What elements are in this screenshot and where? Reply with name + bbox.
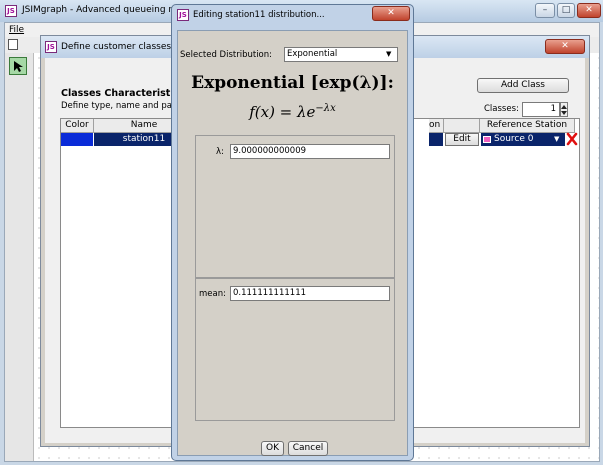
distribution-dialog-title: Editing station11 distribution... <box>193 10 325 20</box>
reference-station-select[interactable]: Source 0 ▼ <box>481 133 565 146</box>
close-icon[interactable]: ✕ <box>577 3 601 18</box>
classes-count-input[interactable]: 1 <box>522 102 560 117</box>
formula-base: f(x) = λe <box>249 103 316 121</box>
new-file-icon[interactable] <box>8 39 18 50</box>
classes-heading: Classes Characteristics <box>61 88 185 99</box>
distribution-chevron-down-icon: ▼ <box>386 50 392 58</box>
ok-button[interactable]: OK <box>261 441 284 456</box>
distribution-dialog-close-icon[interactable]: ✕ <box>372 6 410 21</box>
formula-exponent: −λx <box>315 103 336 114</box>
classes-dialog-logo-icon: JS <box>45 41 57 53</box>
class-color-cell[interactable] <box>61 133 93 146</box>
distribution-dialog-titlebar: JS Editing station11 distribution... ✕ <box>172 5 413 27</box>
minimize-icon[interactable]: – <box>535 3 555 18</box>
add-class-button[interactable]: Add Class <box>477 78 569 93</box>
class-population-cell[interactable] <box>429 133 443 146</box>
classes-count-spinner[interactable] <box>560 102 568 117</box>
remove-x-icon <box>566 132 578 146</box>
lambda-parameter-panel: λ: 9.000000000009 <box>195 135 395 278</box>
tool-palette <box>5 53 34 461</box>
cursor-arrow-icon <box>14 61 23 72</box>
classes-count-label: Classes: <box>484 104 519 114</box>
reference-station-value: Source 0 <box>494 134 534 144</box>
distribution-dialog-logo-icon: JS <box>177 9 189 21</box>
maximize-icon[interactable]: □ <box>557 3 575 18</box>
edit-distribution-button[interactable]: Edit <box>445 133 479 146</box>
mean-label: mean: <box>199 289 226 299</box>
column-header-color[interactable]: Color <box>61 119 94 133</box>
remove-class-button[interactable] <box>566 132 578 146</box>
classes-dialog-title: Define customer classes <box>61 42 172 52</box>
column-header-reference-station[interactable]: Reference Station <box>480 119 575 133</box>
distribution-select-value: Exponential <box>287 49 338 59</box>
select-tool-button[interactable] <box>9 57 27 75</box>
menu-file[interactable]: File <box>9 25 24 35</box>
distribution-panel: Selected Distribution: Exponential ▼ Exp… <box>177 30 408 456</box>
selected-distribution-label: Selected Distribution: <box>180 50 273 60</box>
lambda-label: λ: <box>216 147 224 157</box>
distribution-dialog: JS Editing station11 distribution... ✕ S… <box>171 4 414 461</box>
main-window-title: JSIMgraph - Advanced queueing n <box>22 5 175 15</box>
app-logo-icon: JS <box>5 5 17 17</box>
cancel-button[interactable]: Cancel <box>288 441 328 456</box>
distribution-select[interactable]: Exponential ▼ <box>284 47 398 62</box>
lambda-input[interactable]: 9.000000000009 <box>230 144 390 159</box>
distribution-formula: f(x) = λe−λx <box>178 103 407 121</box>
mean-parameter-panel: mean: 0.111111111111 <box>195 278 395 421</box>
classes-description: Define type, name and para <box>61 101 181 111</box>
source-station-icon <box>483 136 491 143</box>
spinner-arrows-icon <box>561 105 567 115</box>
classes-dialog-close-icon[interactable]: ✕ <box>545 39 585 54</box>
column-header-edit <box>444 119 480 133</box>
mean-input[interactable]: 0.111111111111 <box>230 286 390 301</box>
column-header-population[interactable]: on <box>429 119 444 133</box>
chevron-down-icon: ▼ <box>554 135 560 143</box>
distribution-heading: Exponential [exp(λ)]: <box>191 73 394 93</box>
